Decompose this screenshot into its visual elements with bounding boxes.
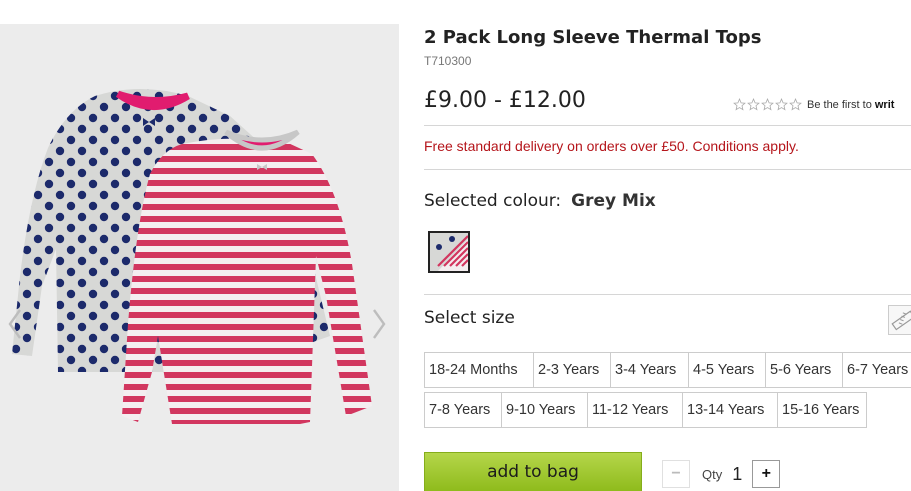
size-option[interactable]: 15-16 Years xyxy=(777,392,867,428)
divider xyxy=(424,125,911,126)
chevron-right-icon[interactable] xyxy=(370,306,388,342)
rating: Be the first to writ xyxy=(733,98,894,111)
review-prompt: Be the first to writ xyxy=(807,98,895,111)
colour-label: Selected colour: xyxy=(424,191,562,211)
star-rating xyxy=(733,98,802,111)
size-option[interactable]: 18-24 Months xyxy=(424,352,534,388)
size-option[interactable]: 13-14 Years xyxy=(682,392,778,428)
plus-icon[interactable]: + xyxy=(752,460,781,488)
add-to-bag-button[interactable]: add to bag xyxy=(424,452,642,491)
product-image xyxy=(12,89,372,424)
divider xyxy=(424,169,911,170)
ruler-icon[interactable] xyxy=(888,305,911,335)
minus-icon[interactable]: − xyxy=(662,460,690,488)
size-option[interactable]: 7-8 Years xyxy=(424,392,502,428)
product-details: 2 Pack Long Sleeve Thermal Tops T710300 … xyxy=(424,0,911,491)
divider xyxy=(424,294,911,295)
size-row: 18-24 Months 2-3 Years 3-4 Years 4-5 Yea… xyxy=(424,352,911,388)
star-icon xyxy=(747,98,760,111)
product-code: T710300 xyxy=(424,54,472,68)
swatch-image xyxy=(430,233,468,271)
select-size-label: Select size xyxy=(424,308,515,328)
size-row: 7-8 Years 9-10 Years 11-12 Years 13-14 Y… xyxy=(424,392,911,428)
size-options: 18-24 Months 2-3 Years 3-4 Years 4-5 Yea… xyxy=(424,352,911,432)
chevron-left-icon[interactable] xyxy=(6,306,24,342)
product-gallery xyxy=(0,24,399,491)
size-option[interactable]: 5-6 Years xyxy=(765,352,843,388)
size-option[interactable]: 11-12 Years xyxy=(587,392,683,428)
product-title: 2 Pack Long Sleeve Thermal Tops xyxy=(424,27,762,48)
write-review-link[interactable]: writ xyxy=(875,99,895,111)
qty-value[interactable]: 1 xyxy=(722,464,752,485)
quantity-stepper: − Qty 1 + xyxy=(662,460,781,488)
star-icon xyxy=(733,98,746,111)
size-option[interactable]: 4-5 Years xyxy=(688,352,766,388)
selected-colour: Selected colour: Grey Mix xyxy=(424,191,656,211)
colour-value: Grey Mix xyxy=(571,191,656,211)
delivery-message[interactable]: Free standard delivery on orders over £5… xyxy=(424,138,799,154)
product-price: £9.00 - £12.00 xyxy=(424,88,586,113)
star-icon xyxy=(775,98,788,111)
qty-label: Qty xyxy=(702,466,723,482)
size-option[interactable]: 2-3 Years xyxy=(533,352,611,388)
size-option[interactable]: 3-4 Years xyxy=(610,352,689,388)
star-icon xyxy=(789,98,802,111)
star-icon xyxy=(761,98,774,111)
size-option[interactable]: 9-10 Years xyxy=(501,392,588,428)
colour-swatch-grey-mix[interactable] xyxy=(428,231,470,273)
size-option[interactable]: 6-7 Years xyxy=(842,352,911,388)
